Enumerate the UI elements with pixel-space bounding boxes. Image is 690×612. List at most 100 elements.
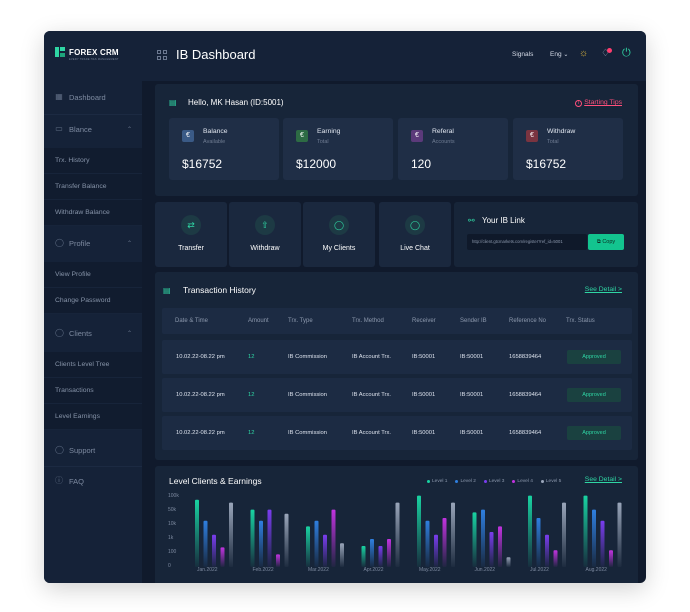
welcome-panel: ▤ Hello, MK Hasan (ID:5001) i Starting Ti…: [155, 84, 638, 196]
info-icon: i: [575, 100, 583, 107]
bar-level-5[interactable]: [617, 502, 622, 567]
transactions-see-detail-link[interactable]: See Detail >: [585, 286, 622, 293]
sidebar-subitem-level-earnings[interactable]: Level Earnings: [44, 404, 142, 430]
signals-link[interactable]: Signals: [512, 51, 533, 58]
column-header[interactable]: Trx. Method: [352, 318, 384, 324]
bar-level-3[interactable]: [434, 534, 438, 567]
stat-card-withdraw[interactable]: € Withdraw Total $16752: [513, 118, 623, 180]
action-live-chat[interactable]: ◯ Live Chat: [379, 202, 451, 267]
bar-level-1[interactable]: [583, 495, 588, 567]
bar-level-4[interactable]: [498, 526, 502, 567]
bar-level-3[interactable]: [212, 534, 216, 567]
sidebar-subitem-transfer-balance[interactable]: Transfer Balance: [44, 174, 142, 200]
bar-level-4[interactable]: [220, 547, 225, 567]
sidebar-subitem-transactions[interactable]: Transactions: [44, 378, 142, 404]
bar-level-5[interactable]: [395, 502, 400, 567]
bar-level-3[interactable]: [545, 534, 549, 567]
user-icon: ◯: [55, 238, 64, 247]
chevron-up-icon: ⌃: [126, 126, 132, 133]
table-row[interactable]: 10.02.22-08.22 pm 12 IB Commission IB Ac…: [162, 340, 632, 374]
sidebar-subitem-withdraw-balance[interactable]: Withdraw Balance: [44, 200, 142, 226]
bar-level-2[interactable]: [259, 520, 263, 567]
bar-level-5[interactable]: [506, 557, 511, 567]
bar-level-5[interactable]: [562, 502, 566, 567]
column-header[interactable]: Reference No: [509, 318, 546, 324]
sidebar-item-profile[interactable]: ◯ Profile ⌃: [44, 230, 142, 256]
bar-level-2[interactable]: [592, 509, 596, 567]
stat-card-earning[interactable]: € Earning Total $12000: [283, 118, 393, 180]
bar-level-4[interactable]: [276, 554, 280, 567]
bar-level-5[interactable]: [284, 513, 289, 567]
bar-level-3[interactable]: [267, 509, 272, 567]
stat-sub: Available: [203, 139, 226, 145]
bar-level-3[interactable]: [600, 520, 605, 567]
stat-card-balance[interactable]: € Balance Available $16752: [169, 118, 279, 180]
sidebar-item-faq[interactable]: ⓘ FAQ: [44, 468, 142, 494]
sidebar-item-support[interactable]: ◯ Support: [44, 437, 142, 463]
bar-level-2[interactable]: [425, 520, 430, 567]
column-header[interactable]: Trx. Type: [288, 318, 313, 324]
sidebar-item-dashboard[interactable]: ▦ Dashboard: [44, 84, 142, 110]
bar-level-3[interactable]: [489, 532, 494, 567]
bar-level-2[interactable]: [370, 539, 374, 567]
bar-level-1[interactable]: [361, 546, 366, 567]
table-row[interactable]: 10.02.22-08.22 pm 12 IB Commission IB Ac…: [162, 378, 632, 412]
copy-button[interactable]: ⧉ Copy: [588, 234, 624, 250]
column-header[interactable]: Amount: [248, 318, 269, 324]
stat-value: $16752: [526, 157, 567, 171]
bar-level-1[interactable]: [250, 509, 255, 567]
briefcase-icon: ▤: [169, 98, 177, 107]
sidebar-item-clients[interactable]: ◯ Clients ⌃: [44, 320, 142, 346]
bar-level-2[interactable]: [203, 520, 208, 567]
transaction-history-title: Transaction History: [183, 285, 256, 295]
sidebar-subitem-view-profile[interactable]: View Profile: [44, 262, 142, 288]
bar-level-1[interactable]: [417, 495, 421, 567]
ib-link-field[interactable]: http://client.gtcmarkets.com/register?re…: [467, 234, 587, 250]
bar-level-4[interactable]: [609, 550, 613, 567]
column-header[interactable]: Sender IB: [460, 318, 487, 324]
cell-sender: IB:50001: [460, 354, 484, 360]
bar-level-5[interactable]: [229, 502, 233, 567]
bar-level-3[interactable]: [378, 546, 383, 567]
bar-level-1[interactable]: [528, 495, 532, 567]
logo-icon: [55, 47, 65, 57]
bar-level-5[interactable]: [451, 502, 455, 567]
cell-type: IB Commission: [288, 354, 327, 360]
brand-logo[interactable]: FOREX CRM: [55, 47, 119, 57]
column-header[interactable]: Trx. Status: [566, 318, 595, 324]
table-row[interactable]: 10.02.22-08.22 pm 12 IB Commission IB Ac…: [162, 416, 632, 450]
bar-level-2[interactable]: [314, 520, 319, 567]
grid-icon: [157, 50, 167, 60]
sidebar-item-label: Clients: [69, 328, 92, 338]
bar-level-4[interactable]: [331, 509, 336, 567]
bar-level-2[interactable]: [481, 509, 485, 567]
bar-level-4[interactable]: [442, 518, 447, 567]
stat-label: Balance: [203, 128, 228, 135]
action-my-clients[interactable]: ◯ My Clients: [303, 202, 375, 267]
action-transfer[interactable]: ⇄ Transfer: [155, 202, 227, 267]
page-title: IB Dashboard: [176, 47, 256, 62]
bar-level-5[interactable]: [340, 543, 344, 567]
stat-card-referal[interactable]: € Referal Accounts 120: [398, 118, 508, 180]
bar-level-2[interactable]: [536, 518, 541, 567]
column-header[interactable]: Receiver: [412, 318, 436, 324]
action-withdraw[interactable]: ⇧ Withdraw: [229, 202, 301, 267]
power-icon[interactable]: ⏻: [622, 47, 631, 60]
x-tick-label: May.2022: [419, 567, 441, 573]
sidebar-subitem-trx-history[interactable]: Trx. History: [44, 148, 142, 174]
bar-level-1[interactable]: [472, 512, 477, 567]
starting-tips-link[interactable]: i Starting Tips: [575, 99, 622, 107]
sidebar-subitem-clients-level-tree[interactable]: Clients Level Tree: [44, 352, 142, 378]
bar-level-1[interactable]: [306, 526, 310, 567]
bar-level-4[interactable]: [553, 550, 558, 567]
bar-level-4[interactable]: [387, 539, 391, 567]
sidebar-subitem-change-password[interactable]: Change Password: [44, 288, 142, 314]
sidebar-item-balance[interactable]: ▭ Blance ⌃: [44, 116, 142, 142]
bar-level-1[interactable]: [195, 499, 199, 567]
bar-level-3[interactable]: [323, 534, 327, 567]
sidebar: FOREX CRM EVERY TRADE HAS MANAGEMENT ▦ D…: [44, 31, 142, 583]
language-selector[interactable]: Eng ⌄: [550, 51, 568, 58]
chat-icon: ◯: [55, 445, 64, 454]
column-header[interactable]: Date & Time: [175, 318, 208, 324]
sun-icon[interactable]: ☼: [579, 48, 588, 59]
